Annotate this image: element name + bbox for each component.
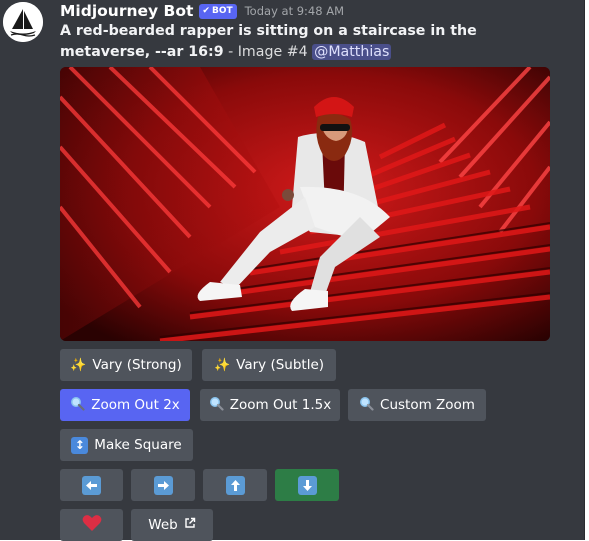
vary-strong-label: Vary (Strong): [92, 357, 182, 373]
timestamp[interactable]: Today at 9:48 AM: [245, 4, 344, 18]
author-name[interactable]: Midjourney Bot: [60, 2, 193, 20]
right-arrow-icon: [153, 475, 173, 495]
sparkles-icon: ✨: [70, 357, 87, 373]
zoom-out-2x-label: Zoom Out 2x: [91, 397, 180, 413]
make-square-label: Make Square: [94, 437, 182, 453]
magnifier-icon: [70, 396, 85, 415]
magnifier-icon: [209, 396, 224, 415]
vary-subtle-label: Vary (Subtle): [236, 357, 325, 373]
external-link-icon: [184, 517, 196, 533]
up-arrow-icon: [225, 475, 245, 495]
avatar[interactable]: [3, 2, 43, 42]
left-arrow-icon: [82, 475, 101, 495]
custom-zoom-label: Custom Zoom: [380, 397, 475, 413]
vary-strong-button[interactable]: ✨ Vary (Strong): [60, 349, 192, 381]
web-link-button[interactable]: Web: [131, 509, 213, 541]
generated-image[interactable]: [60, 67, 550, 341]
zoom-out-1-5x-label: Zoom Out 1.5x: [229, 397, 332, 413]
custom-zoom-button[interactable]: Custom Zoom: [348, 389, 486, 421]
rapper-staircase-image: [60, 67, 550, 341]
message-header: Midjourney Bot ✔ BOT Today at 9:48 AM: [60, 0, 344, 22]
favorite-button[interactable]: [60, 509, 123, 541]
zoom-out-1-5x-button[interactable]: Zoom Out 1.5x: [200, 389, 340, 421]
vary-subtle-button[interactable]: ✨ Vary (Subtle): [202, 349, 336, 381]
message-content: A red-bearded rapper is sitting on a sta…: [60, 21, 570, 63]
image-label: - Image #4: [223, 44, 313, 60]
sparkles-icon: ✨: [213, 357, 231, 373]
zoom-out-2x-button[interactable]: Zoom Out 2x: [60, 389, 190, 421]
bot-badge: ✔ BOT: [199, 3, 237, 19]
bot-badge-label: BOT: [211, 6, 233, 16]
sailboat-logo-icon: [3, 2, 43, 42]
pan-left-button[interactable]: [60, 469, 123, 501]
window-edge: [585, 0, 589, 540]
pan-right-button[interactable]: [131, 469, 195, 501]
chat-panel: Midjourney Bot ✔ BOT Today at 9:48 AM A …: [0, 0, 585, 541]
pan-up-button[interactable]: [203, 469, 267, 501]
up-down-arrows-icon: ↕: [71, 436, 89, 454]
heart-icon: [82, 514, 102, 536]
web-link-label: Web: [148, 517, 178, 533]
pan-down-button[interactable]: [275, 469, 339, 501]
magnifier-icon: [359, 396, 374, 415]
make-square-button[interactable]: ↕ Make Square: [60, 429, 193, 461]
down-arrow-icon: [297, 475, 317, 495]
user-mention[interactable]: @Matthias: [312, 44, 392, 60]
verified-check-icon: ✔: [202, 6, 210, 16]
